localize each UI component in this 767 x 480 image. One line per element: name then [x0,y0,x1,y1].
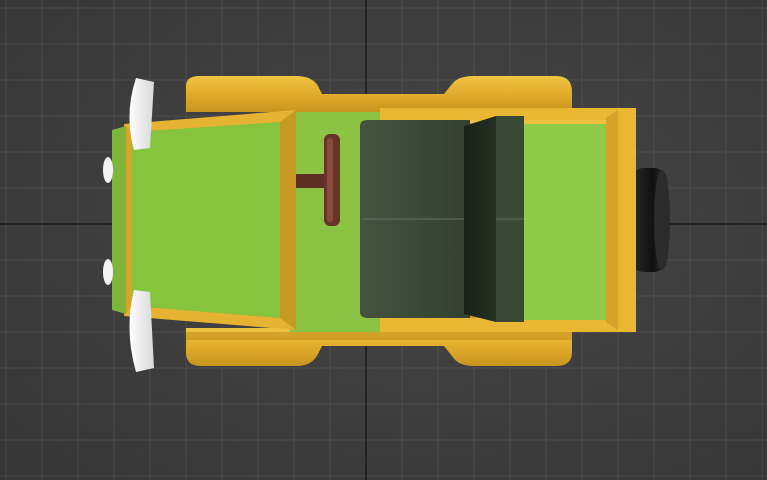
fender-bottom-shadow [186,332,572,340]
3d-viewport[interactable] [0,0,767,480]
seat [360,116,524,322]
grille [112,126,126,314]
headlights [103,157,113,285]
fender-top [186,76,572,112]
toy-car-model[interactable] [103,76,670,372]
viewport-canvas[interactable] [0,0,767,480]
